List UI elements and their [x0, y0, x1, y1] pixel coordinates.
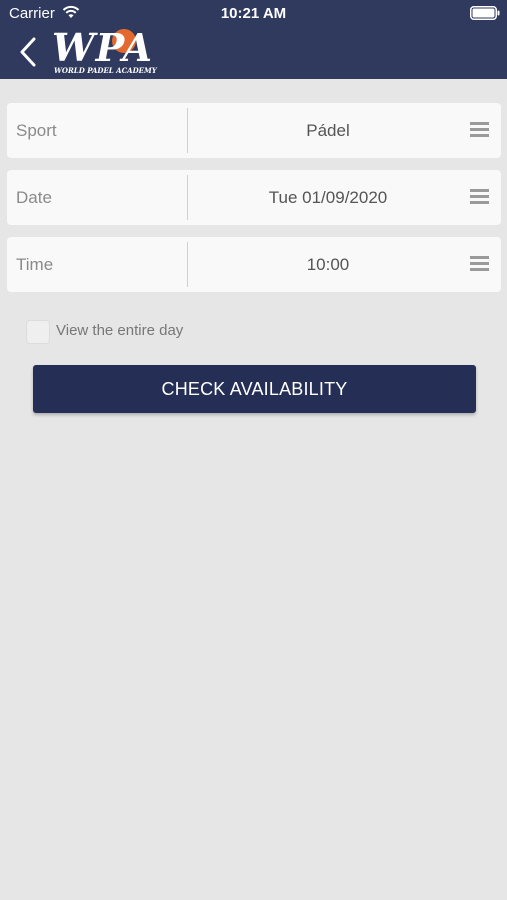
app-header: Carrier 10:21 AM WPA WORLD PADEL ACADEMY: [0, 0, 507, 79]
date-label: Date: [16, 188, 52, 207]
menu-icon[interactable]: [470, 256, 489, 273]
date-selector[interactable]: Date Tue 01/09/2020: [7, 170, 501, 225]
time-label: Time: [16, 255, 54, 274]
sport-value: Pádel: [306, 121, 350, 140]
menu-icon[interactable]: [470, 122, 489, 139]
time-value: 10:00: [306, 255, 350, 274]
entire-day-label: View the entire day: [56, 322, 184, 339]
sport-selector[interactable]: Sport Pádel: [7, 103, 501, 158]
entire-day-checkbox[interactable]: [26, 320, 50, 344]
status-bar: Carrier 10:21 AM: [0, 0, 507, 28]
date-value: Tue 01/09/2020: [268, 188, 388, 207]
time-selector[interactable]: Time 10:00: [7, 237, 501, 292]
sport-label: Sport: [16, 121, 57, 140]
status-time: 10:21 AM: [220, 5, 287, 22]
logo-subtitle: WORLD PADEL ACADEMY: [54, 66, 157, 75]
wpa-logo: WPA WORLD PADEL ACADEMY: [52, 25, 164, 77]
check-availability-button[interactable]: CHECK AVAILABILITY: [33, 365, 476, 413]
back-button[interactable]: [14, 33, 44, 71]
logo-text: WPA: [52, 25, 153, 70]
battery-icon: [470, 6, 500, 20]
menu-icon[interactable]: [470, 189, 489, 206]
chevron-left-icon: [20, 37, 36, 67]
